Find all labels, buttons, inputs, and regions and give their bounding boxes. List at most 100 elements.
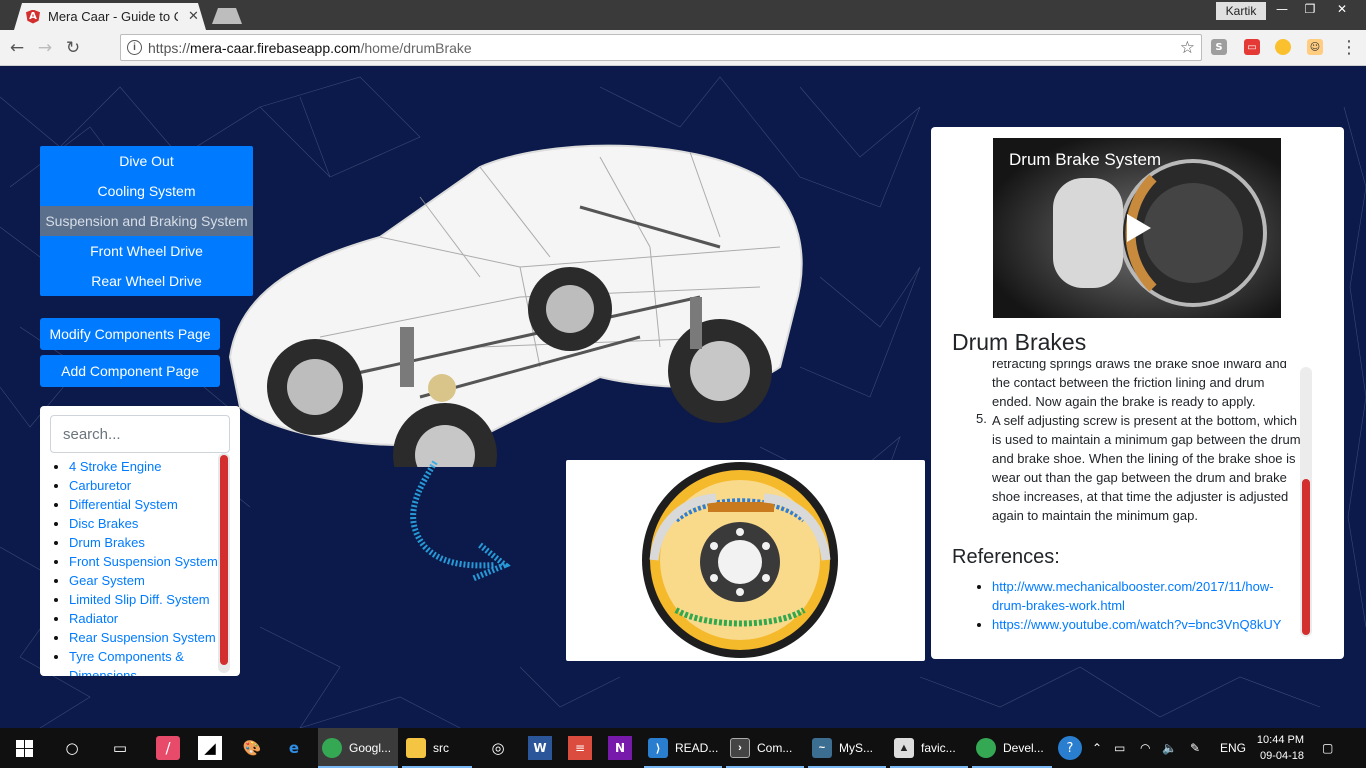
pen-workspace-icon[interactable]: ✎: [1190, 728, 1200, 768]
component-detail-card: Drum Brake System Drum Brakes retracting…: [931, 127, 1344, 659]
taskbar-app-chrome-dev[interactable]: Devel...: [972, 728, 1052, 768]
minimize-button[interactable]: —: [1268, 0, 1296, 18]
list-item[interactable]: 4 Stroke Engine: [69, 457, 220, 476]
system-nav: Dive Out Cooling System Suspension and B…: [40, 146, 253, 296]
address-bar[interactable]: i https://mera-caar.firebaseapp.com/home…: [120, 34, 1202, 61]
taskbar-app-photos[interactable]: ▲ favic...: [890, 728, 968, 768]
step-5-line: again to maintain the minimum gap.: [992, 508, 1198, 523]
tray-chevron-icon[interactable]: ⌃: [1092, 728, 1102, 768]
step-5-line: shoe increases, at that time the adjuste…: [992, 489, 1289, 504]
edge-icon[interactable]: e: [282, 736, 306, 760]
profile-button[interactable]: Kartik: [1216, 2, 1266, 20]
angular-icon: A: [26, 9, 40, 24]
step-5: 5. A self adjusting screw is present at …: [976, 411, 1314, 525]
extension-yellow-icon[interactable]: [1275, 39, 1291, 55]
cortana-icon[interactable]: ○: [60, 736, 84, 760]
list-item[interactable]: Radiator: [69, 609, 220, 628]
list-item[interactable]: Carburetor: [69, 476, 220, 495]
step-4-line: the contact between the friction lining …: [992, 375, 1265, 390]
taskbar-app-label: Devel...: [1003, 741, 1044, 755]
nav-rear-wheel-drive[interactable]: Rear Wheel Drive: [40, 266, 253, 296]
groove-icon[interactable]: ◎: [486, 736, 510, 760]
extension-face-icon[interactable]: ☺: [1307, 39, 1323, 55]
step-4-line: retracting springs draws the brake shoe …: [992, 361, 1287, 371]
forward-arrow-icon[interactable]: →: [34, 37, 56, 59]
youtube-video[interactable]: Drum Brake System: [993, 138, 1281, 318]
info-icon[interactable]: i: [127, 40, 142, 55]
wifi-icon[interactable]: ◠: [1140, 728, 1150, 768]
tab-strip: A Mera Caar - Guide to Car ✕ Kartik — ❐ …: [0, 0, 1366, 30]
volume-icon[interactable]: 🔈: [1162, 728, 1177, 768]
battery-icon[interactable]: ▭: [1114, 728, 1125, 768]
paint-icon[interactable]: 🎨: [240, 736, 264, 760]
list-item[interactable]: Differential System: [69, 495, 220, 514]
terminal-icon: ›: [730, 738, 750, 758]
image-icon: ▲: [894, 738, 914, 758]
extension-s-icon[interactable]: S: [1211, 39, 1227, 55]
search-input[interactable]: [50, 415, 230, 453]
onenote-icon[interactable]: N: [608, 736, 632, 760]
url-path: /home/drumBrake: [360, 39, 472, 56]
system-clock[interactable]: 10:44 PM 09-04-18: [1254, 732, 1304, 764]
step-5-line: wear out than the gap between the drum a…: [992, 470, 1287, 485]
list-item[interactable]: Front Suspension System: [69, 552, 220, 571]
back-arrow-icon[interactable]: ←: [6, 37, 28, 59]
window-close-button[interactable]: ✕: [1326, 0, 1358, 18]
description-scroll-area: retracting springs draws the brake shoe …: [952, 361, 1314, 531]
close-icon[interactable]: ✕: [188, 9, 199, 24]
list-item[interactable]: Gear System: [69, 571, 220, 590]
modify-components-button[interactable]: Modify Components Page: [40, 318, 220, 350]
notifications-icon[interactable]: ▢: [1322, 728, 1333, 768]
chrome-icon: [322, 738, 342, 758]
list-item[interactable]: Rear Suspension System: [69, 628, 220, 647]
taskbar-app-explorer[interactable]: src: [402, 728, 472, 768]
sticky-notes-icon[interactable]: ◢: [198, 736, 222, 760]
chrome-icon: [976, 738, 996, 758]
word-icon[interactable]: W: [528, 736, 552, 760]
content-scrollbar-thumb[interactable]: [1302, 479, 1310, 635]
nav-suspension-braking[interactable]: Suspension and Braking System: [40, 206, 253, 236]
play-icon[interactable]: [1119, 210, 1155, 246]
component-list: 4 Stroke Engine Carburetor Differential …: [50, 457, 220, 676]
taskbar-app-label: favic...: [921, 741, 956, 755]
step-4-line: ended. Now again the brake is ready to a…: [992, 394, 1256, 409]
reload-icon[interactable]: ↻: [62, 37, 84, 59]
restore-button[interactable]: ❐: [1296, 0, 1324, 18]
list-scrollbar-thumb[interactable]: [220, 455, 228, 665]
extension-red-icon[interactable]: ▭: [1244, 39, 1260, 55]
nav-dive-out[interactable]: Dive Out: [40, 146, 253, 176]
new-tab-button[interactable]: [212, 8, 242, 24]
references-heading: References:: [952, 546, 1060, 568]
todoist-icon[interactable]: ≡: [568, 736, 592, 760]
folder-icon: [406, 738, 426, 758]
step-5-line: and brake shoe. When the lining of the b…: [992, 451, 1296, 466]
windows-taskbar: ○ ▭ / ◢ 🎨 e Googl... src ◎ W ≡ N ⟩ READ.…: [0, 728, 1366, 768]
bookmark-star-icon[interactable]: ☆: [1180, 38, 1195, 58]
reference-link[interactable]: http://www.mechanicalbooster.com/2017/11…: [992, 577, 1292, 615]
add-component-button[interactable]: Add Component Page: [40, 355, 220, 387]
language-indicator[interactable]: ENG: [1220, 728, 1246, 768]
help-icon[interactable]: ?: [1058, 736, 1082, 760]
taskbar-app-mysql[interactable]: ~ MyS...: [808, 728, 886, 768]
clock-time: 10:44 PM: [1256, 734, 1304, 746]
taskbar-app-vscode[interactable]: ⟩ READ...: [644, 728, 722, 768]
list-item[interactable]: Limited Slip Diff. System: [69, 590, 220, 609]
url-host: mera-caar.firebaseapp.com: [190, 39, 361, 56]
list-item[interactable]: Disc Brakes: [69, 514, 220, 533]
task-view-icon[interactable]: ▭: [108, 736, 132, 760]
windows-start-icon[interactable]: [12, 736, 36, 760]
nav-cooling-system[interactable]: Cooling System: [40, 176, 253, 206]
clock-date: 09-04-18: [1259, 750, 1304, 762]
list-item[interactable]: Drum Brakes: [69, 533, 220, 552]
reference-link[interactable]: https://www.youtube.com/watch?v=bnc3VnQ8…: [992, 615, 1292, 634]
tab-mera-caar[interactable]: A Mera Caar - Guide to Car ✕: [14, 3, 206, 30]
tab-title: Mera Caar - Guide to Car: [48, 9, 178, 24]
taskbar-app-label: READ...: [675, 741, 719, 755]
list-item[interactable]: Tyre Components & Dimensions: [69, 647, 220, 676]
pen-app-icon[interactable]: /: [156, 736, 180, 760]
car-chassis-illustration: [228, 144, 803, 467]
chrome-menu-icon[interactable]: ⋮: [1340, 37, 1358, 58]
taskbar-app-terminal[interactable]: › Com...: [726, 728, 804, 768]
nav-front-wheel-drive[interactable]: Front Wheel Drive: [40, 236, 253, 266]
taskbar-app-chrome[interactable]: Googl...: [318, 728, 398, 768]
